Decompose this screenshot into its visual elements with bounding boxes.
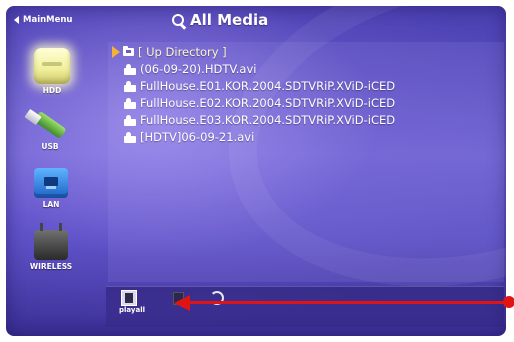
hdd-icon bbox=[34, 48, 70, 84]
playall-label: playall bbox=[119, 306, 146, 314]
list-item[interactable]: FullHouse.E01.KOR.2004.SDTVRiP.XViD-iCED bbox=[124, 78, 395, 94]
file-name: FullHouse.E01.KOR.2004.SDTVRiP.XViD-iCED bbox=[140, 79, 396, 93]
list-item[interactable]: FullHouse.E03.KOR.2004.SDTVRiP.XViD-iCED bbox=[124, 112, 395, 128]
folder-icon bbox=[123, 46, 134, 56]
main-menu-button[interactable]: MainMenu bbox=[14, 13, 73, 27]
file-name: (06-09-20).HDTV.avi bbox=[140, 62, 257, 76]
device-wireless[interactable]: WIRELESS bbox=[21, 223, 81, 271]
video-file-icon bbox=[124, 63, 136, 75]
annotation-arrow-dot bbox=[503, 296, 514, 308]
selection-pointer-icon bbox=[112, 46, 120, 58]
video-file-icon bbox=[124, 97, 136, 109]
file-list: [ Up Directory ] (06-09-20).HDTV.avi Ful… bbox=[108, 42, 504, 282]
device-label-hdd: HDD bbox=[42, 86, 62, 95]
list-item[interactable]: (06-09-20).HDTV.avi bbox=[124, 61, 256, 77]
list-item[interactable]: FullHouse.E02.KOR.2004.SDTVRiP.XViD-iCED bbox=[124, 95, 395, 111]
annotation-arrow-head bbox=[174, 295, 190, 311]
file-name: FullHouse.E02.KOR.2004.SDTVRiP.XViD-iCED bbox=[140, 96, 396, 110]
usb-icon bbox=[24, 108, 72, 140]
wireless-icon bbox=[34, 223, 68, 260]
device-lan[interactable]: LAN bbox=[21, 168, 81, 209]
video-file-icon bbox=[124, 80, 136, 92]
device-hdd[interactable]: HDD bbox=[22, 48, 82, 95]
lan-icon bbox=[34, 168, 68, 198]
list-item-up-directory[interactable]: [ Up Directory ] bbox=[112, 44, 227, 60]
list-item[interactable]: [HDTV]06-09-21.avi bbox=[124, 129, 254, 145]
bottom-toolbar: playall bbox=[106, 286, 504, 327]
back-arrow-icon bbox=[14, 16, 19, 24]
main-menu-label: MainMenu bbox=[23, 15, 73, 25]
playall-icon bbox=[121, 290, 137, 306]
playall-button[interactable]: playall bbox=[119, 290, 145, 314]
file-name: [HDTV]06-09-21.avi bbox=[140, 130, 255, 144]
annotation-arrow-line bbox=[188, 301, 506, 304]
video-file-icon bbox=[124, 114, 136, 126]
device-label-lan: LAN bbox=[42, 200, 60, 209]
file-name: [ Up Directory ] bbox=[138, 45, 227, 59]
device-label-wireless: WIRELESS bbox=[29, 262, 73, 271]
device-label-usb: USB bbox=[41, 142, 59, 151]
search-icon bbox=[172, 13, 187, 30]
device-usb[interactable]: USB bbox=[20, 108, 80, 151]
video-file-icon bbox=[124, 131, 136, 143]
page-title: All Media bbox=[172, 9, 268, 31]
file-name: FullHouse.E03.KOR.2004.SDTVRiP.XViD-iCED bbox=[140, 113, 396, 127]
page-title-text: All Media bbox=[190, 11, 269, 29]
